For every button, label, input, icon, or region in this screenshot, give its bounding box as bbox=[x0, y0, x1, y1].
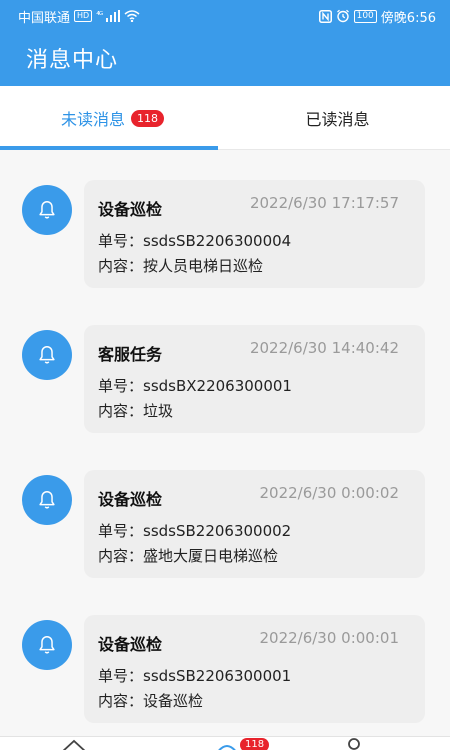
tab-read-label: 已读消息 bbox=[305, 110, 370, 129]
message-title: 设备巡检 bbox=[98, 200, 163, 219]
tab-read[interactable]: 已读消息 bbox=[225, 86, 450, 150]
message-content: 内容：垃圾 bbox=[98, 402, 174, 420]
list-item[interactable]: 设备巡检 2022/6/30 17:17:57 单号：ssdsSB2206300… bbox=[0, 180, 450, 288]
message-number: 单号：ssdsSB2206300002 bbox=[98, 522, 292, 540]
message-nav-icon[interactable] bbox=[214, 741, 240, 750]
message-content: 内容：设备巡检 bbox=[98, 692, 204, 710]
bell-icon bbox=[22, 330, 72, 380]
bell-icon bbox=[22, 620, 72, 670]
message-title: 设备巡检 bbox=[98, 635, 163, 654]
signal-icon bbox=[106, 10, 121, 22]
nav-message-badge: 118 bbox=[240, 738, 270, 750]
alarm-icon bbox=[336, 9, 349, 23]
message-number: 单号：ssdsBX2206300001 bbox=[98, 377, 292, 395]
hd-indicator: HD bbox=[74, 10, 93, 22]
tab-bar: 未读消息 118 已读消息 bbox=[0, 86, 450, 150]
message-content: 内容：按人员电梯日巡检 bbox=[98, 257, 264, 275]
bottom-nav: 118 bbox=[0, 736, 450, 750]
list-item[interactable]: 客服任务 2022/6/30 14:40:42 单号：ssdsBX2206300… bbox=[0, 325, 450, 433]
message-time: 2022/6/30 14:40:42 bbox=[249, 339, 399, 357]
battery-icon: 100 bbox=[353, 9, 377, 23]
list-item[interactable]: 设备巡检 2022/6/30 0:00:02 单号：ssdsSB22063000… bbox=[0, 470, 450, 578]
message-content: 内容：盛地大厦日电梯巡检 bbox=[98, 547, 279, 565]
message-title: 设备巡检 bbox=[98, 490, 163, 509]
message-time: 2022/6/30 17:17:57 bbox=[249, 194, 399, 212]
carrier-label: 中国联通 bbox=[18, 10, 71, 26]
message-time: 2022/6/30 0:00:01 bbox=[259, 629, 399, 647]
message-time: 2022/6/30 0:00:02 bbox=[259, 484, 399, 502]
message-number: 单号：ssdsSB2206300001 bbox=[98, 667, 292, 685]
message-card[interactable]: 设备巡检 2022/6/30 0:00:01 单号：ssdsSB22063000… bbox=[84, 615, 425, 723]
page-title: 消息中心 bbox=[26, 48, 119, 73]
message-number: 单号：ssdsSB2206300004 bbox=[98, 232, 292, 250]
message-card[interactable]: 设备巡检 2022/6/30 0:00:02 单号：ssdsSB22063000… bbox=[84, 470, 425, 578]
wifi-icon bbox=[124, 10, 140, 22]
list-item[interactable]: 设备巡检 2022/6/30 0:00:01 单号：ssdsSB22063000… bbox=[0, 615, 450, 723]
message-card[interactable]: 客服任务 2022/6/30 14:40:42 单号：ssdsBX2206300… bbox=[84, 325, 425, 433]
network-type-label: ⁴ᴳ bbox=[96, 11, 103, 21]
user-icon[interactable] bbox=[345, 738, 363, 750]
app-header: 中国联通 HD ⁴ᴳ 100 傍晚6:56 消息中心 bbox=[0, 0, 450, 86]
bell-icon bbox=[22, 185, 72, 235]
home-icon[interactable] bbox=[60, 738, 88, 750]
message-card[interactable]: 设备巡检 2022/6/30 17:17:57 单号：ssdsSB2206300… bbox=[84, 180, 425, 288]
nfc-icon bbox=[318, 9, 332, 23]
tab-unread[interactable]: 未读消息 118 bbox=[0, 86, 225, 150]
unread-count-badge: 118 bbox=[131, 109, 164, 127]
clock-label: 傍晚6:56 bbox=[380, 10, 436, 26]
status-bar: 中国联通 HD ⁴ᴳ 100 傍晚6:56 bbox=[0, 0, 450, 32]
message-title: 客服任务 bbox=[98, 345, 163, 364]
message-list[interactable]: 设备巡检 2022/6/30 17:17:57 单号：ssdsSB2206300… bbox=[0, 150, 450, 736]
tab-unread-label: 未读消息 bbox=[60, 110, 125, 129]
bell-icon bbox=[22, 475, 72, 525]
